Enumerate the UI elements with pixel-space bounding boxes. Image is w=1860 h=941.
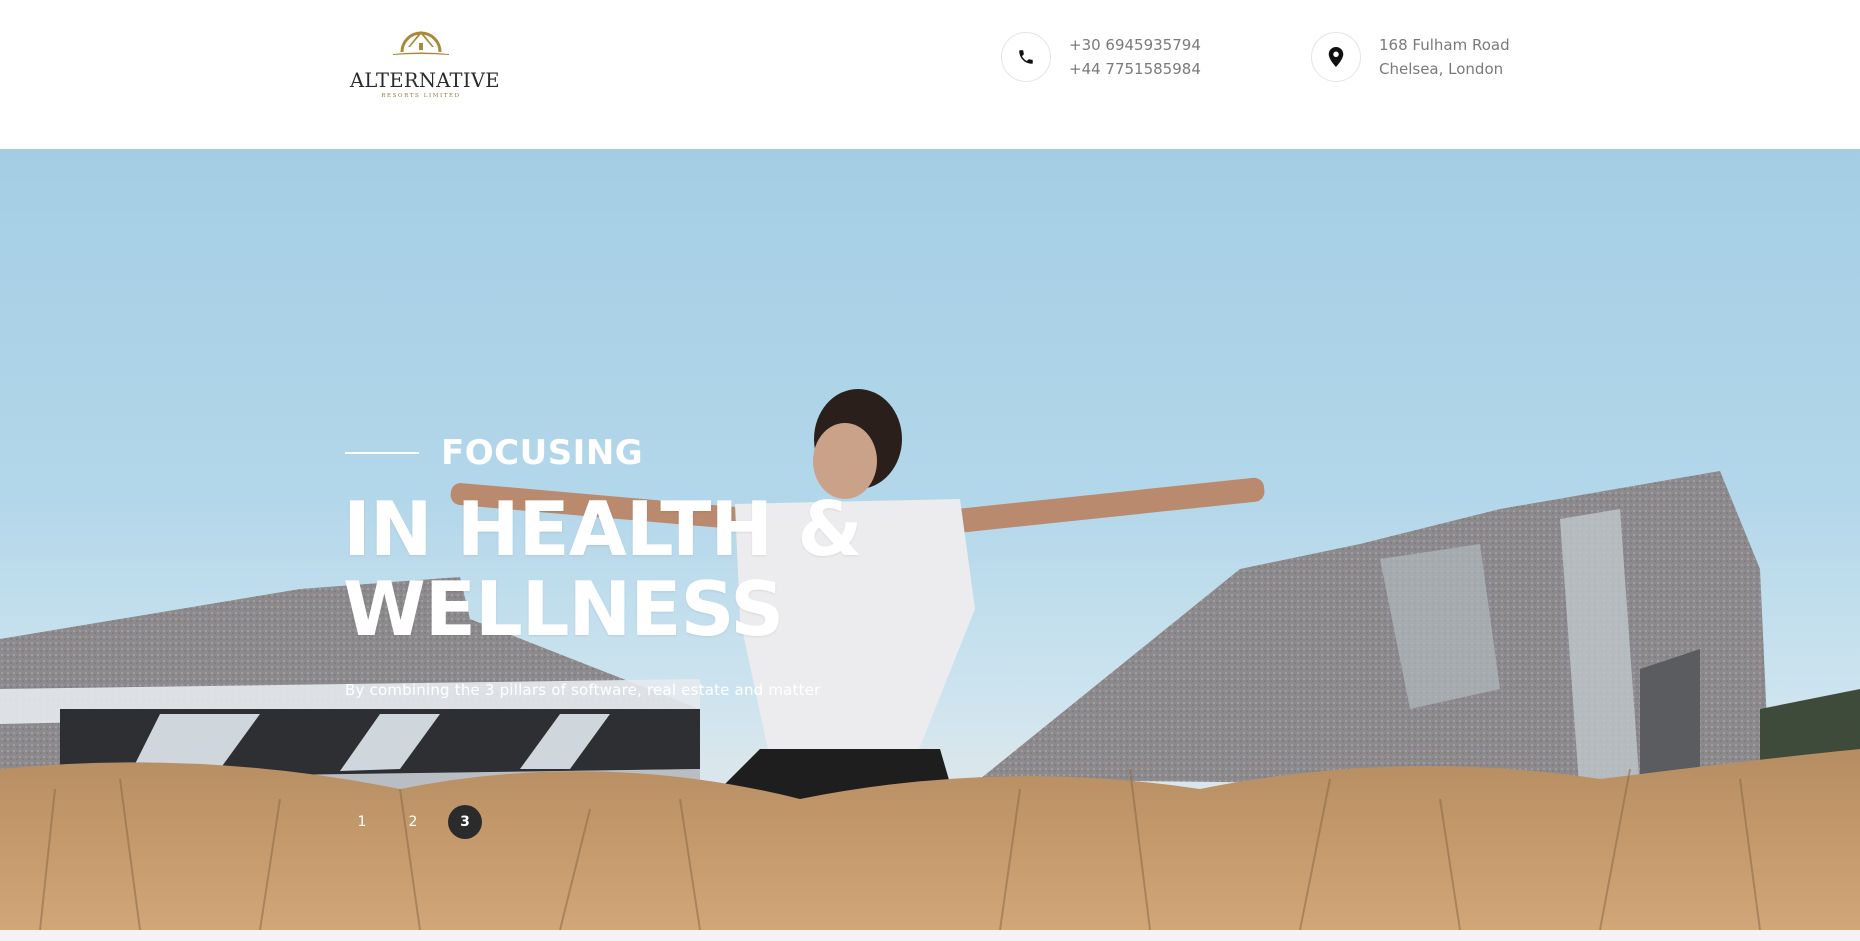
- slide-dot-3[interactable]: 3: [448, 805, 482, 839]
- phone-number-2[interactable]: +44 7751585984: [1069, 57, 1201, 81]
- slide-dot-2[interactable]: 2: [396, 805, 430, 839]
- site-header: ALTERNATIVE RESORTS LIMITED +30 69459357…: [0, 0, 1860, 149]
- hero-headline: IN HEALTH & WELLNESS: [343, 489, 963, 649]
- slide-dot-1[interactable]: 1: [345, 805, 379, 839]
- map-pin-icon: [1311, 32, 1361, 82]
- section-divider: [0, 930, 1860, 941]
- logo-emblem-icon: [393, 31, 449, 55]
- headline-line-2: WELLNESS: [343, 565, 784, 653]
- logo-subtitle: RESORTS LIMITED: [381, 93, 461, 99]
- subtitle-divider: [345, 452, 419, 454]
- hero-subtitle-row: FOCUSING: [345, 433, 745, 473]
- hero-subtitle: FOCUSING: [441, 433, 644, 473]
- address-line-1: 168 Fulham Road: [1379, 36, 1510, 54]
- headline-line-1: IN HEALTH &: [343, 485, 863, 573]
- address-line-2: Chelsea, London: [1379, 60, 1504, 78]
- phone-icon: [1001, 32, 1051, 82]
- logo-name: ALTERNATIVE: [350, 69, 500, 92]
- hero-slider: FOCUSING IN HEALTH & WELLNESS By combini…: [0, 149, 1860, 930]
- hero-tagline: By combining the 3 pillars of software, …: [345, 681, 821, 699]
- phone-number-1[interactable]: +30 6945935794: [1069, 33, 1201, 57]
- logo[interactable]: ALTERNATIVE RESORTS LIMITED: [350, 14, 500, 104]
